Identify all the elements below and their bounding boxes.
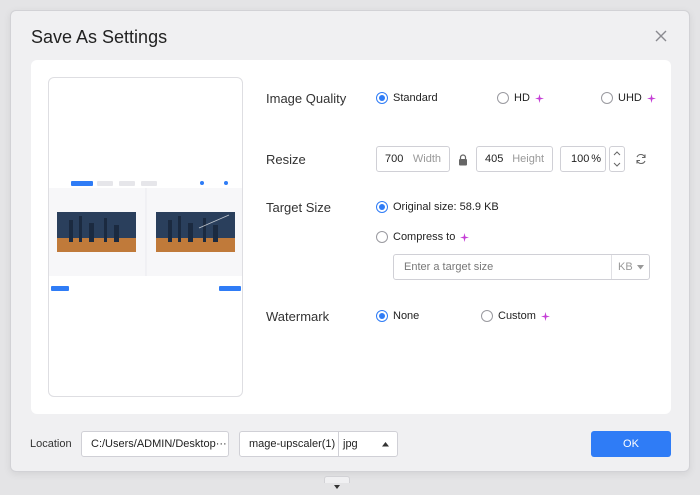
caret-down-icon: [637, 264, 644, 269]
quality-hd-radio[interactable]: HD: [497, 92, 544, 104]
settings-panel: Image Quality Standard HD UHD Resize 700…: [31, 60, 671, 414]
location-label: Location: [30, 438, 72, 450]
preview-thumbnail: [49, 178, 242, 291]
radio-indicator: [376, 231, 388, 243]
original-size-radio[interactable]: Original size: 58.9 KB: [376, 201, 499, 213]
premium-sparkle-icon: [646, 93, 656, 103]
resize-label: Resize: [266, 152, 306, 167]
lock-icon[interactable]: [458, 154, 468, 166]
compress-to-radio[interactable]: Compress to: [376, 231, 470, 243]
height-unit: Height: [512, 153, 544, 165]
radio-label: None: [393, 310, 420, 322]
premium-sparkle-icon: [540, 311, 550, 321]
height-value: 405: [485, 153, 504, 165]
radio-label: Compress to: [393, 231, 456, 243]
stepper-arrows-icon: [613, 151, 621, 167]
ok-button[interactable]: OK: [591, 431, 671, 457]
premium-sparkle-icon: [534, 93, 544, 103]
format-select[interactable]: jpg: [339, 432, 397, 456]
width-input[interactable]: 700 Width: [376, 146, 450, 172]
width-value: 700: [385, 153, 404, 165]
radio-indicator: [601, 92, 613, 104]
filename-input[interactable]: mage-upscaler(1): [240, 432, 339, 456]
target-size-label: Target Size: [266, 200, 332, 215]
watermark-none-radio[interactable]: None: [376, 310, 419, 322]
percent-stepper[interactable]: [609, 146, 625, 172]
save-as-dialog: Save As Settings Image Quality Standard …: [10, 10, 690, 472]
browse-button[interactable]: ···: [216, 438, 227, 450]
watermark-custom-radio[interactable]: Custom: [481, 310, 550, 322]
radio-indicator: [376, 92, 388, 104]
image-quality-label: Image Quality: [266, 91, 347, 106]
radio-label: UHD: [618, 92, 642, 104]
format-value: jpg: [343, 438, 358, 450]
radio-label: Standard: [393, 92, 438, 104]
dialog-title: Save As Settings: [31, 27, 168, 47]
collapse-tab[interactable]: [324, 476, 350, 489]
quality-standard-radio[interactable]: Standard: [376, 92, 438, 104]
percent-value: 100: [571, 153, 590, 165]
unit-select[interactable]: KB: [611, 255, 649, 279]
radio-indicator: [376, 310, 388, 322]
watermark-label: Watermark: [266, 309, 330, 324]
radio-indicator: [376, 201, 388, 213]
quality-uhd-radio[interactable]: UHD: [601, 92, 656, 104]
reset-icon[interactable]: [635, 153, 647, 165]
height-input[interactable]: 405 Height: [476, 146, 553, 172]
close-icon[interactable]: [653, 28, 669, 44]
radio-label: HD: [514, 92, 530, 104]
unit-value: KB: [618, 261, 633, 273]
radio-label: Original size: 58.9 KB: [393, 201, 499, 213]
radio-label: Custom: [498, 310, 536, 322]
location-path: C:/Users/ADMIN/Desktop: [91, 438, 216, 450]
filename-field[interactable]: mage-upscaler(1) jpg: [239, 431, 398, 457]
radio-indicator: [481, 310, 493, 322]
radio-indicator: [497, 92, 509, 104]
width-unit: Width: [412, 153, 441, 165]
image-preview: [48, 77, 243, 397]
percent-input[interactable]: 100 %: [560, 146, 606, 172]
location-input[interactable]: C:/Users/ADMIN/Desktop ···: [81, 431, 229, 457]
premium-sparkle-icon: [460, 232, 470, 242]
target-size-placeholder: Enter a target size: [404, 261, 494, 273]
percent-unit: %: [591, 153, 601, 165]
caret-down-icon: [334, 485, 340, 489]
caret-up-icon: [382, 441, 389, 446]
target-size-input[interactable]: Enter a target size KB: [393, 254, 650, 280]
